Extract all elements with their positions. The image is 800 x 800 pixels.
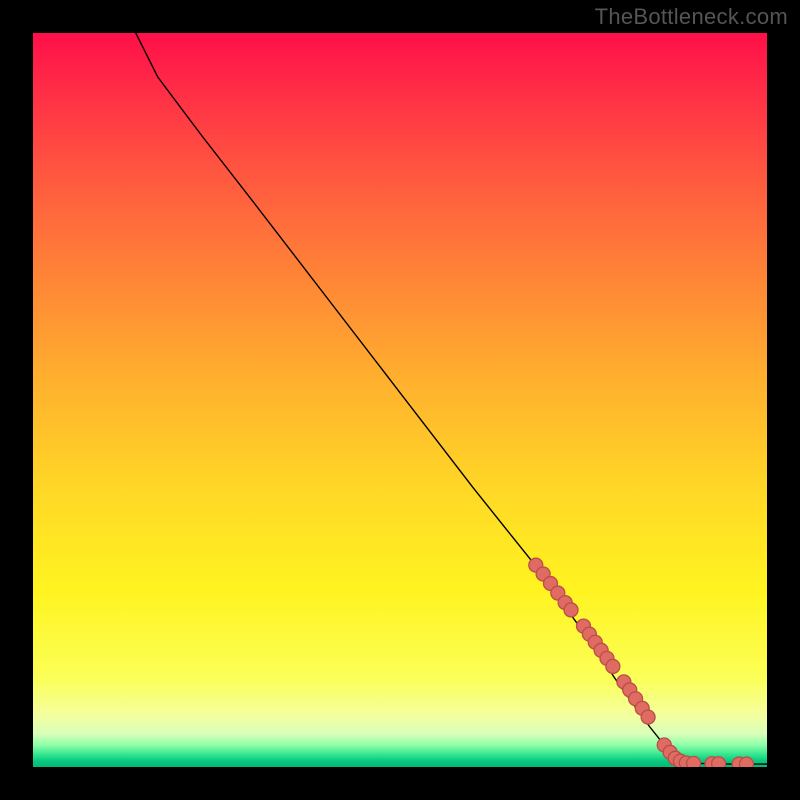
plot-area <box>33 33 767 767</box>
data-marker <box>606 659 620 673</box>
chart-frame: TheBottleneck.com <box>0 0 800 800</box>
data-marker <box>564 603 578 617</box>
bottleneck-curve <box>136 33 767 764</box>
marker-group <box>529 558 754 767</box>
watermark-text: TheBottleneck.com <box>595 4 788 30</box>
data-marker <box>687 756 701 767</box>
data-marker <box>641 710 655 724</box>
data-marker <box>739 757 753 767</box>
chart-svg <box>33 33 767 767</box>
data-marker <box>712 757 726 767</box>
